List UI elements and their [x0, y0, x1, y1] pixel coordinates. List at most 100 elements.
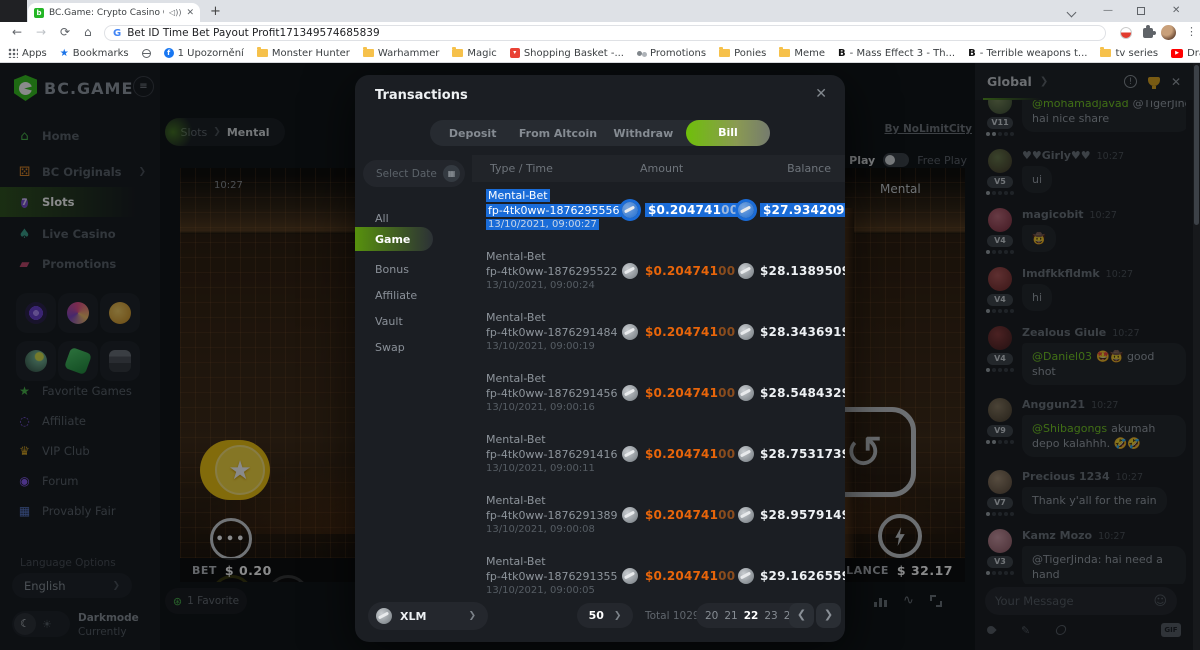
folder-icon — [363, 49, 374, 57]
folder-icon — [719, 49, 730, 57]
folder-icon — [779, 49, 790, 57]
category-game[interactable]: Game — [355, 227, 433, 251]
table-row[interactable]: Mental-Bet fp-4tk0ww-1876291456 13/10/20… — [472, 365, 845, 426]
category-bonus[interactable]: Bonus — [355, 257, 472, 281]
category-swap[interactable]: Swap — [355, 335, 472, 359]
tab-deposit[interactable]: Deposit — [430, 127, 515, 140]
page-number[interactable]: 21 — [724, 610, 737, 622]
table-row[interactable]: Mental-Bet fp-4tk0ww-1876291484 13/10/20… — [472, 304, 845, 365]
folder-icon — [1100, 49, 1111, 57]
bookmark-terrible-weapons[interactable]: B- Terrible weapons t... — [968, 48, 1087, 59]
bookmark-folder[interactable]: Meme — [779, 48, 825, 59]
table-row[interactable]: Mental-Bet fp-4tk0ww-1876291416 13/10/20… — [472, 426, 845, 487]
chevron-right-icon: ❯ — [614, 611, 622, 621]
page-number-active[interactable]: 22 — [744, 610, 759, 622]
xlm-coin-icon — [622, 263, 638, 279]
table-row[interactable]: Mental-Bet fp-4tk0ww-1876295556 13/10/20… — [472, 182, 845, 243]
transactions-modal: Transactions ✕ Deposit From Altcoin With… — [355, 75, 845, 642]
xlm-coin-icon — [738, 507, 754, 523]
tab-from-altcoin[interactable]: From Altcoin — [515, 127, 600, 140]
bookmark-globe[interactable] — [142, 49, 151, 58]
xlm-coin-icon — [738, 202, 754, 218]
bookmark-folder[interactable]: Ponies — [719, 48, 766, 59]
window-menu-chevron-icon[interactable] — [1068, 8, 1075, 19]
bookmark-mass-effect[interactable]: B- Mass Effect 3 - Th... — [838, 48, 955, 59]
folder-icon — [257, 49, 268, 57]
tab-withdraw[interactable]: Withdraw — [601, 127, 686, 140]
xlm-coin-icon — [622, 385, 638, 401]
xlm-coin-icon — [738, 385, 754, 401]
column-balance: Balance — [750, 162, 845, 175]
window-restore-button[interactable] — [1137, 7, 1145, 18]
bookmark-folder[interactable]: Warhammer — [363, 48, 440, 59]
b-letter-icon: B — [968, 48, 976, 59]
browser-toolbar: ← → ⟳ ⌂ G Bet ID Time Bet Payout Profit1… — [0, 22, 1200, 44]
site-favicon-icon: b — [34, 8, 44, 18]
bookmark-basket[interactable]: ▾Shopping Basket -... — [510, 48, 624, 59]
tab-audio-icon[interactable]: ◁)) — [169, 8, 181, 17]
address-bar[interactable]: G Bet ID Time Bet Payout Profit171349574… — [104, 25, 1106, 41]
xlm-coin-icon — [622, 507, 638, 523]
modal-close-icon[interactable]: ✕ — [815, 86, 827, 102]
category-vault[interactable]: Vault — [355, 309, 472, 333]
xlm-coin-icon — [622, 446, 638, 462]
page-scrollbar[interactable] — [1193, 63, 1200, 650]
page-number[interactable]: 20 — [705, 610, 718, 622]
bc-game-app: BC.GAME ≡ ⌂ Home ⚄ BC Originals ❯ 7 Slot… — [0, 63, 1200, 650]
calendar-icon: ▦ — [443, 165, 460, 182]
browser-tab-strip: b BC.Game: Crypto Casino Gan ◁)) ✕ + — ✕ — [0, 0, 1200, 22]
bookmark-facebook[interactable]: f1 Upozornění — [164, 48, 244, 59]
window-minimize-button[interactable]: — — [1103, 5, 1113, 16]
tab-title: BC.Game: Crypto Casino Gan — [49, 8, 164, 18]
reload-icon[interactable]: ⟳ — [60, 25, 70, 39]
b-letter-icon: B — [838, 48, 846, 59]
chevron-right-icon: ❯ — [468, 611, 476, 621]
table-row[interactable]: Mental-Bet fp-4tk0ww-1876291389 13/10/20… — [472, 487, 845, 548]
category-affiliate[interactable]: Affiliate — [355, 283, 472, 307]
currency-select[interactable]: XLM ❯ — [368, 602, 488, 630]
transaction-type-tabs: Deposit From Altcoin Withdraw Bill — [430, 120, 770, 146]
modal-footer: XLM ❯ 50 ❯ Total 1029 20 21 22 23 24 ❮ ❯ — [355, 597, 845, 642]
table-row[interactable]: Mental-Bet fp-4tk0ww-1876295522 13/10/20… — [472, 243, 845, 304]
profile-avatar[interactable] — [1161, 25, 1176, 40]
screen: b BC.Game: Crypto Casino Gan ◁)) ✕ + — ✕… — [0, 0, 1200, 650]
bookmark-promotions[interactable]: Promotions — [637, 48, 706, 59]
page-size-select[interactable]: 50 ❯ — [577, 603, 633, 628]
modal-title: Transactions — [375, 88, 468, 103]
bookmark-apps[interactable]: Apps — [8, 48, 47, 59]
facebook-icon: f — [164, 48, 174, 58]
bookmark-folder[interactable]: Monster Hunter — [257, 48, 350, 59]
next-page-button[interactable]: ❯ — [816, 603, 841, 628]
page-number[interactable]: 23 — [764, 610, 777, 622]
xlm-coin-icon — [738, 568, 754, 584]
bookmark-youtube[interactable]: ▶Dragonball Z: Battle... — [1171, 48, 1200, 59]
apps-grid-icon — [8, 48, 18, 58]
xlm-coin-icon — [622, 202, 638, 218]
prev-page-button[interactable]: ❮ — [789, 603, 814, 628]
xlm-coin-icon — [622, 568, 638, 584]
table-header: Type / Time Amount Balance — [472, 155, 845, 182]
forward-icon[interactable]: → — [36, 25, 46, 39]
select-date-button[interactable]: Select Date ▦ — [363, 160, 465, 187]
extension-icon[interactable] — [1120, 27, 1132, 39]
bookmark-folder[interactable]: tv series — [1100, 48, 1158, 59]
bookmark-folder[interactable]: Magic — [452, 48, 496, 59]
browser-tab[interactable]: b BC.Game: Crypto Casino Gan ◁)) ✕ — [28, 3, 200, 22]
bookmark-bookmarks[interactable]: ★Bookmarks — [60, 48, 129, 59]
home-icon[interactable]: ⌂ — [84, 25, 92, 39]
browser-menu-icon[interactable]: ⋮ — [1186, 25, 1197, 38]
url-text: Bet ID Time Bet Payout Profit17134957468… — [127, 27, 379, 39]
new-tab-button[interactable]: + — [210, 4, 221, 19]
tab-close-icon[interactable]: ✕ — [186, 8, 194, 18]
back-icon[interactable]: ← — [12, 25, 22, 39]
tab-bill[interactable]: Bill — [686, 120, 770, 146]
folder-icon — [452, 49, 463, 57]
transaction-list: Mental-Bet fp-4tk0ww-1876295556 13/10/20… — [472, 182, 845, 609]
scrollbar-thumb[interactable] — [1194, 65, 1199, 225]
total-count: Total 1029 — [645, 610, 700, 622]
xlm-coin-icon — [738, 446, 754, 462]
xlm-coin-icon — [738, 324, 754, 340]
extensions-puzzle-icon[interactable] — [1143, 28, 1153, 38]
xlm-coin-icon — [622, 324, 638, 340]
window-close-button[interactable]: ✕ — [1172, 5, 1180, 16]
